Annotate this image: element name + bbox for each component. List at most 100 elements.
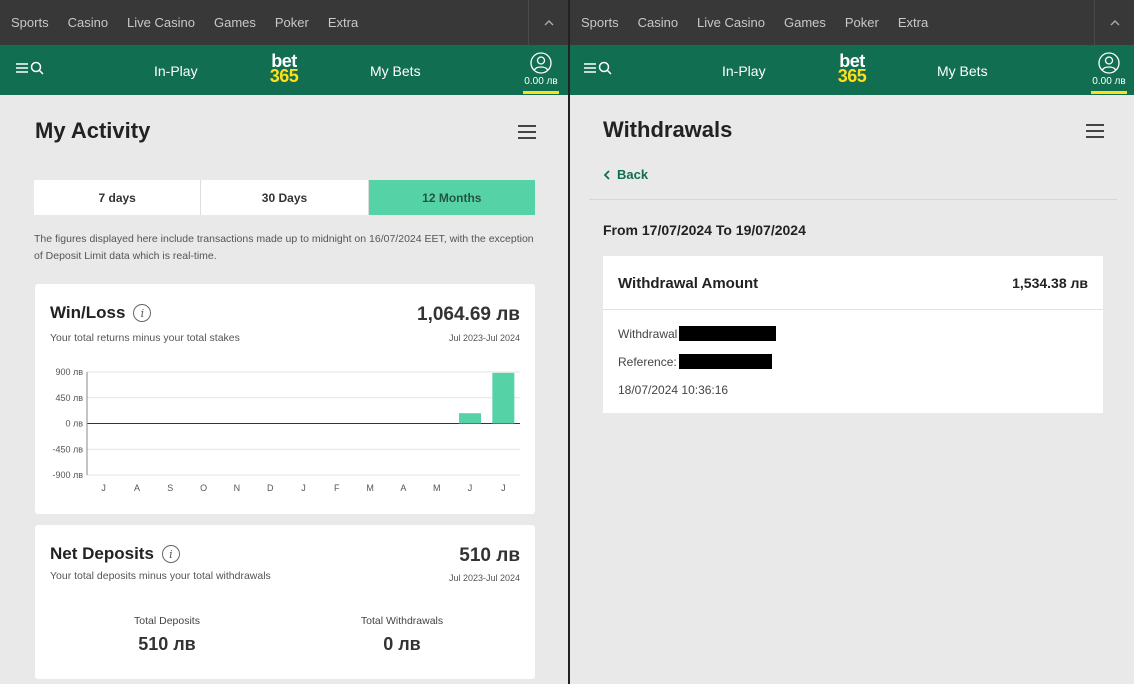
chart-x-tick-label: J	[468, 483, 473, 493]
tab-7-days[interactable]: 7 days	[34, 180, 202, 215]
menu-search-button[interactable]	[16, 61, 44, 75]
nav-extra[interactable]: Extra	[328, 15, 358, 30]
search-icon	[30, 61, 44, 75]
reference-label: Reference:	[618, 354, 677, 369]
menu-icon	[16, 63, 28, 73]
chart-y-tick-label: 0 лв	[65, 419, 83, 429]
total-withdrawals-value: 0 лв	[383, 634, 421, 654]
chart-x-tick-label: N	[234, 483, 241, 493]
nav-games[interactable]: Games	[214, 15, 256, 30]
net-deposits-subtitle: Your total deposits minus your total wit…	[50, 570, 271, 582]
chart-x-tick-label: J	[301, 483, 306, 493]
nav-poker[interactable]: Poker	[845, 15, 879, 30]
chart-y-tick-label: 900 лв	[55, 367, 83, 377]
chart-y-tick-label: -450 лв	[52, 444, 83, 454]
nav-casino[interactable]: Casino	[638, 15, 678, 30]
logo-text-bottom: 365	[269, 66, 299, 86]
total-deposits-label: Total Deposits	[134, 615, 200, 627]
net-deposits-period: Jul 2023-Jul 2024	[448, 573, 520, 583]
nav-poker[interactable]: Poker	[275, 15, 309, 30]
page-title: Withdrawals	[603, 117, 733, 142]
page-title: My Activity	[35, 118, 151, 143]
period-tabs: 7 days 30 Days 12 Months	[34, 180, 535, 215]
chart-x-tick-label: A	[134, 483, 140, 493]
win-loss-chart: 900 лв 450 лв 0 лв -450 лв -900 лв J A S O N D J F M A…	[52, 367, 520, 493]
logo-text-bottom: 365	[837, 66, 867, 86]
balance-underline	[1091, 91, 1127, 94]
date-range: From 17/07/2024 To 19/07/2024	[603, 222, 806, 238]
bet365-logo[interactable]: bet 365	[265, 52, 303, 86]
my-activity-panel: Sports Casino Live Casino Games Poker Ex…	[0, 0, 568, 684]
total-withdrawals-label: Total Withdrawals	[360, 615, 444, 627]
user-icon	[1098, 52, 1120, 74]
in-play-link[interactable]: In-Play	[154, 63, 198, 79]
top-nav: Sports Casino Live Casino Games Poker Ex…	[570, 0, 1134, 45]
nav-sports[interactable]: Sports	[581, 15, 619, 30]
menu-icon	[584, 63, 596, 73]
nav-live-casino[interactable]: Live Casino	[127, 15, 195, 30]
net-deposits-title-row: Net Deposits i	[50, 544, 180, 564]
chart-x-tick-label: S	[167, 483, 173, 493]
chart-bar	[459, 413, 482, 424]
search-icon	[598, 61, 612, 75]
chart-x-tick-label: F	[334, 483, 340, 493]
bet365-logo[interactable]: bet 365	[833, 52, 871, 86]
back-label: Back	[617, 167, 649, 182]
nav-extra[interactable]: Extra	[898, 15, 928, 30]
withdrawal-amount-label: Withdrawal Amount	[618, 275, 759, 292]
collapse-nav-button[interactable]	[528, 0, 568, 45]
my-bets-link[interactable]: My Bets	[370, 63, 421, 79]
withdrawal-amount-value: 1,534.38 лв	[1012, 275, 1088, 291]
back-button[interactable]: Back	[603, 167, 648, 182]
chart-x-tick-label: M	[366, 483, 374, 493]
tab-30-days[interactable]: 30 Days	[201, 180, 369, 215]
withdrawal-card-header: Withdrawal Amount 1,534.38 лв	[603, 256, 1103, 310]
chart-y-tick-label: 450 лв	[55, 393, 83, 403]
chevron-up-icon	[1110, 19, 1119, 25]
withdrawal-id-row: Withdrawal	[618, 326, 777, 341]
chart-x-tick-label: J	[501, 483, 506, 493]
balance-underline	[523, 91, 559, 94]
info-icon[interactable]: i	[161, 545, 180, 563]
chevron-up-icon	[544, 19, 553, 25]
chart-x-tick-label: J	[101, 483, 106, 493]
account-button[interactable]: 0.00 лв	[521, 52, 561, 94]
balance-label: 0.00 лв	[1092, 76, 1126, 87]
hamburger-menu-icon[interactable]	[1086, 124, 1104, 138]
menu-search-button[interactable]	[584, 61, 612, 75]
chart-bar	[492, 372, 515, 424]
hamburger-menu-icon[interactable]	[518, 125, 536, 139]
site-header: In-Play bet 365 My Bets 0.00 лв	[0, 45, 568, 95]
nav-live-casino[interactable]: Live Casino	[697, 15, 765, 30]
chart-x-tick-label: D	[267, 483, 274, 493]
chevron-left-icon	[603, 169, 610, 180]
in-play-link[interactable]: In-Play	[722, 63, 766, 79]
net-deposits-card: Net Deposits i Your total deposits minus…	[35, 525, 535, 679]
nav-sports[interactable]: Sports	[11, 15, 49, 30]
site-header: In-Play bet 365 My Bets 0.00 лв	[570, 45, 1134, 95]
my-bets-link[interactable]: My Bets	[937, 63, 988, 79]
user-icon	[530, 52, 552, 74]
total-deposits-value: 510 лв	[138, 634, 196, 654]
chart-y-tick-label: -900 лв	[52, 470, 83, 480]
win-loss-card: Win/Loss i Your total returns minus your…	[35, 284, 535, 514]
nav-games[interactable]: Games	[784, 15, 826, 30]
tab-12-months[interactable]: 12 Months	[368, 180, 535, 215]
withdrawal-id-label: Withdrawal	[618, 326, 678, 341]
disclaimer-text: The figures displayed here include trans…	[34, 233, 534, 262]
redacted-block	[679, 326, 777, 341]
account-button[interactable]: 0.00 лв	[1089, 52, 1129, 94]
withdrawal-card: Withdrawal Amount 1,534.38 лв Withdrawal…	[603, 256, 1103, 413]
nav-casino[interactable]: Casino	[68, 15, 108, 30]
reference-row: Reference:	[618, 354, 772, 369]
net-deposits-value: 510 лв	[459, 545, 520, 566]
chart-x-tick-label: A	[400, 483, 406, 493]
chart-x-tick-label: M	[433, 483, 441, 493]
top-nav: Sports Casino Live Casino Games Poker Ex…	[0, 0, 568, 45]
chart-x-tick-label: O	[200, 483, 207, 493]
redacted-block	[678, 354, 772, 369]
collapse-nav-button[interactable]	[1094, 0, 1134, 45]
withdrawal-timestamp: 18/07/2024 10:36:16	[618, 383, 729, 397]
balance-label: 0.00 лв	[524, 76, 558, 87]
divider-line	[589, 199, 1117, 200]
